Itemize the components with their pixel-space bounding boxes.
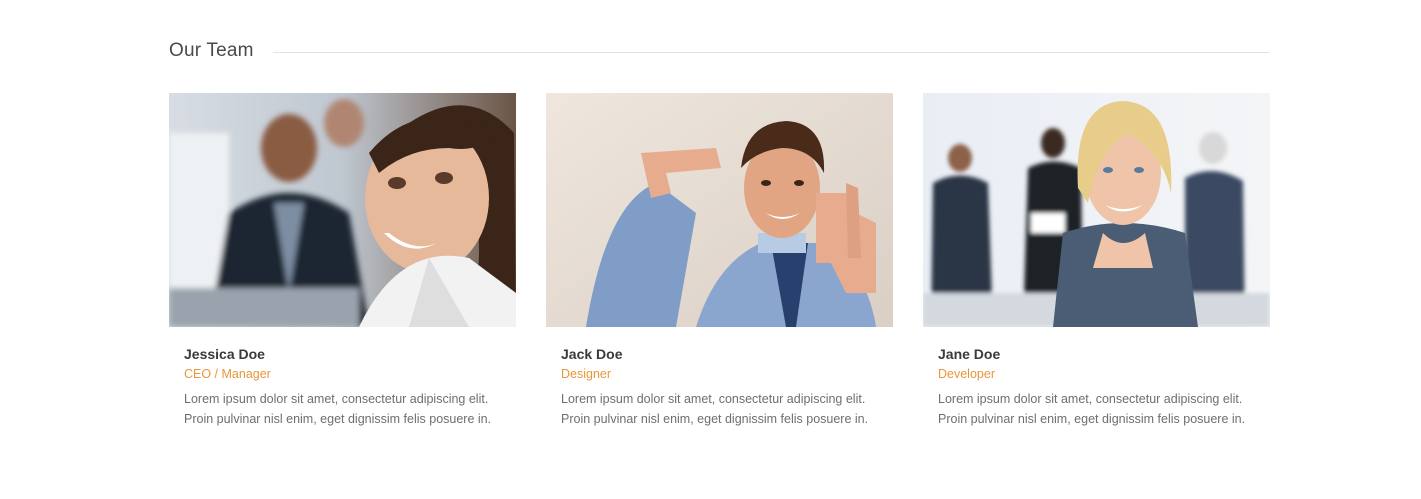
member-name[interactable]: Jessica Doe: [184, 345, 501, 363]
section-divider: [272, 51, 1269, 53]
member-role: Designer: [561, 367, 612, 381]
card-body: Jack Doe Designer Lorem ipsum dolor sit …: [546, 327, 893, 429]
member-role: CEO / Manager: [184, 367, 271, 381]
member-photo: [546, 93, 893, 327]
section-title: Our Team: [169, 40, 254, 61]
team-card: Jessica Doe CEO / Manager Lorem ipsum do…: [169, 93, 516, 429]
team-cards: Jessica Doe CEO / Manager Lorem ipsum do…: [169, 93, 1270, 429]
member-role: Developer: [938, 367, 995, 381]
section-header: Our Team: [169, 39, 1269, 63]
member-bio: Lorem ipsum dolor sit amet, consectetur …: [561, 392, 869, 426]
member-name[interactable]: Jane Doe: [938, 345, 1255, 363]
team-card: Jack Doe Designer Lorem ipsum dolor sit …: [546, 93, 893, 429]
team-section: Our Team Jessica Doe CEO / Manager Lorem…: [169, 0, 1270, 429]
member-photo: [169, 93, 516, 327]
card-body: Jane Doe Developer Lorem ipsum dolor sit…: [923, 327, 1270, 429]
member-bio: Lorem ipsum dolor sit amet, consectetur …: [938, 392, 1246, 426]
team-card: Jane Doe Developer Lorem ipsum dolor sit…: [923, 93, 1270, 429]
member-name[interactable]: Jack Doe: [561, 345, 878, 363]
member-bio: Lorem ipsum dolor sit amet, consectetur …: [184, 392, 492, 426]
card-body: Jessica Doe CEO / Manager Lorem ipsum do…: [169, 327, 516, 429]
member-photo: [923, 93, 1270, 327]
